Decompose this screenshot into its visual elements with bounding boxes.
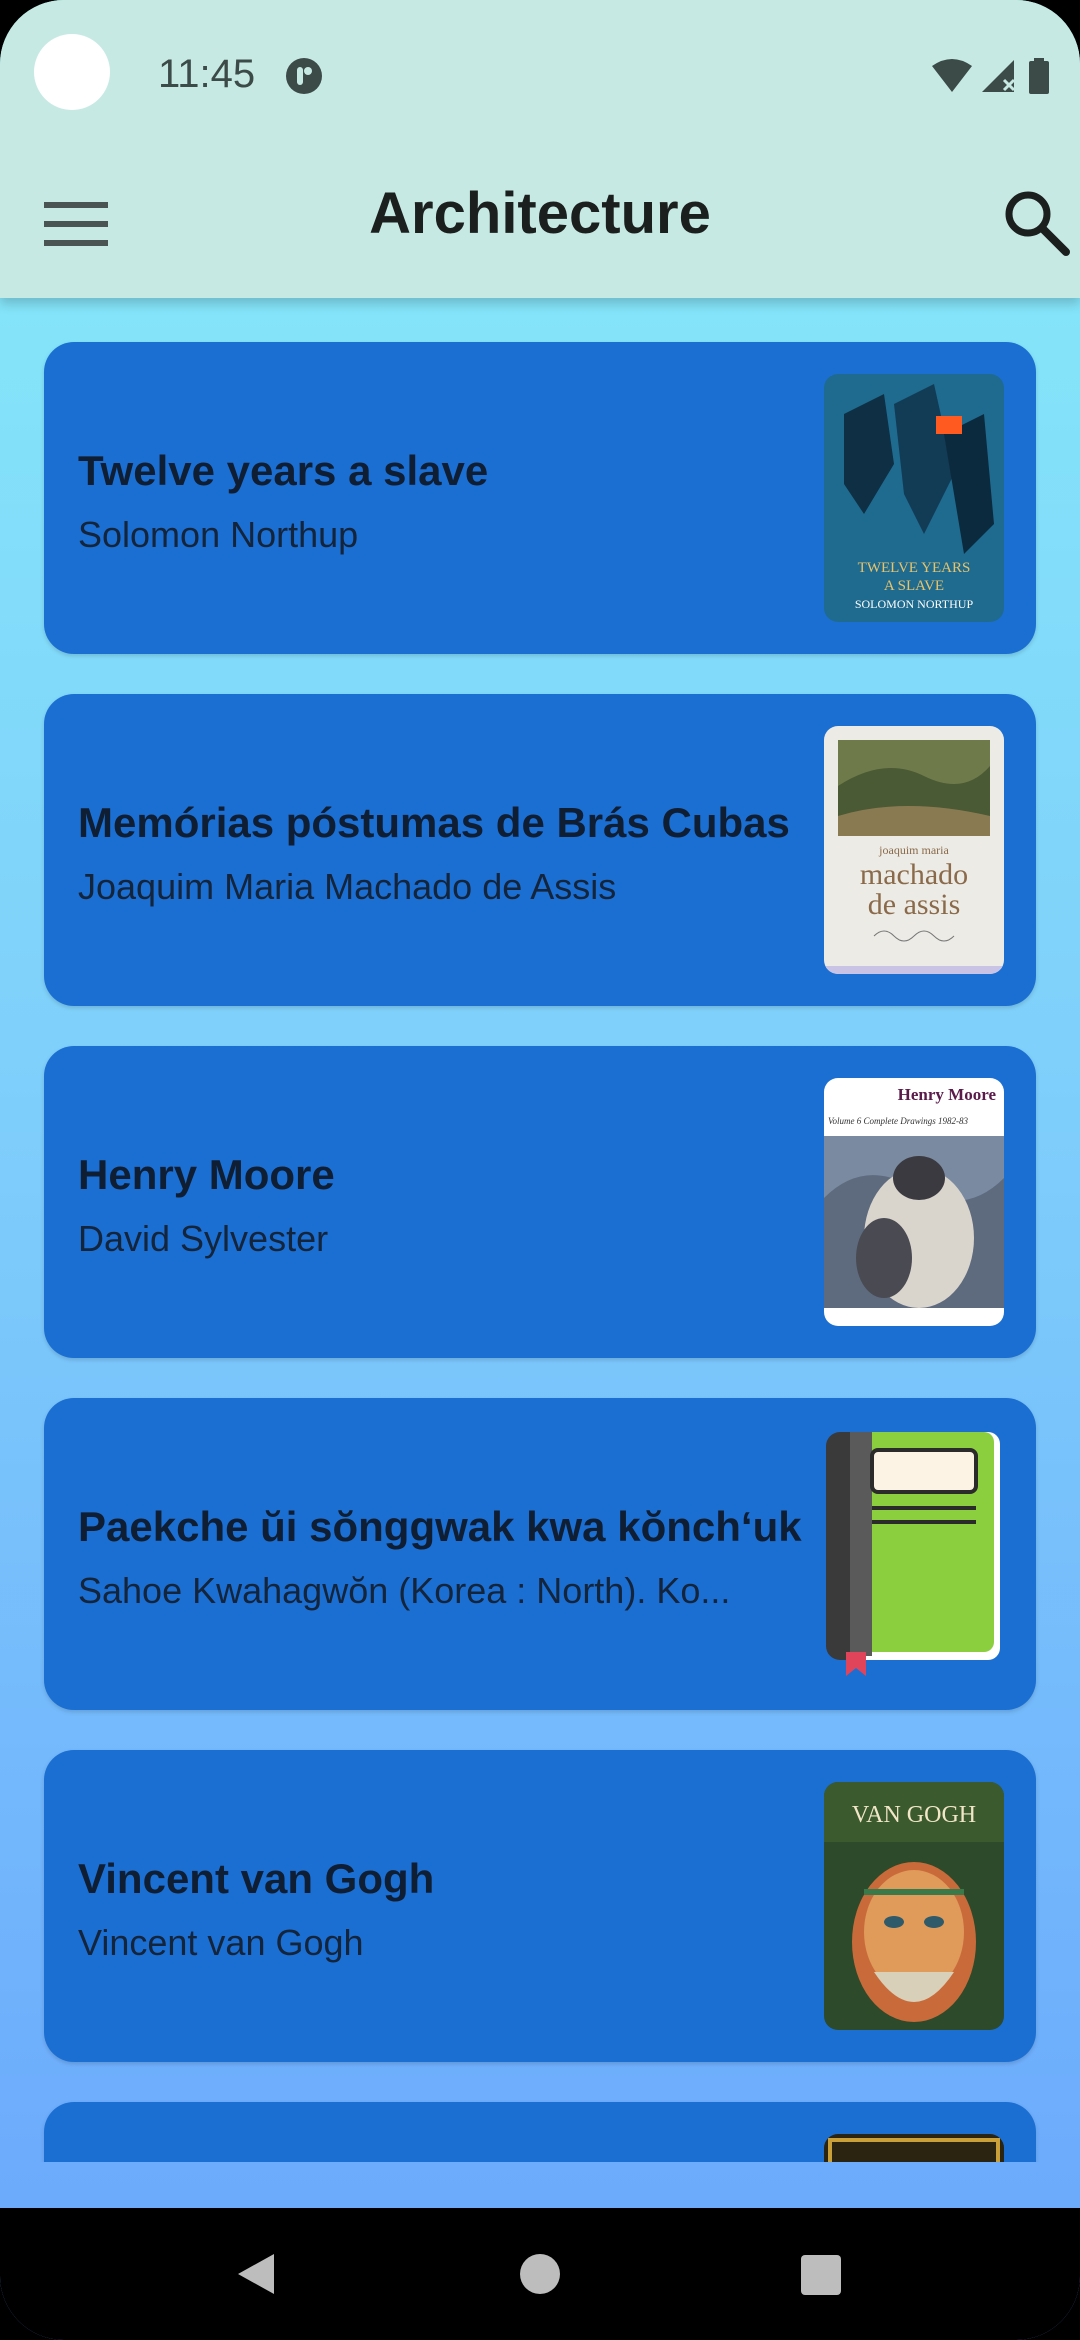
- book-list[interactable]: Twelve years a slave Solomon Northup TWE…: [0, 298, 1080, 2162]
- book-card[interactable]: Paekche ŭi sŏnggwak kwa kŏnch‘uk Sahoe K…: [44, 1398, 1036, 1710]
- system-navigation-bar: [0, 2208, 1080, 2340]
- cover-text-line-2: machado: [860, 858, 968, 891]
- app-screen: 11:45 Architecture Twelve years a slave …: [0, 0, 1080, 2340]
- cover-title-line-1: TWELVE YEARS: [858, 560, 971, 576]
- cell-signal-icon: [982, 60, 1016, 92]
- wifi-icon: [932, 59, 972, 92]
- book-title: Vincent van Gogh: [78, 1855, 435, 1902]
- search-icon: [1005, 191, 1070, 256]
- recents-icon: [801, 2255, 841, 2295]
- book-cover-image: joaquim maria machado de assis: [824, 726, 1004, 974]
- cover-title: VAN GOGH: [852, 1802, 976, 1828]
- book-author: Solomon Northup: [78, 514, 359, 555]
- book-card-text: Henry Moore David Sylvester: [78, 1046, 838, 1358]
- home-button[interactable]: [518, 2252, 562, 2296]
- cover-author-line: SOLOMON NORTHUP: [855, 597, 974, 611]
- status-time: 11:45: [158, 52, 256, 96]
- book-cover-image: VAN GOGH: [824, 1782, 1004, 2030]
- battery-icon: [1029, 58, 1049, 94]
- book-cover-image: TWELVE YEARS A SLAVE SOLOMON NORTHUP: [824, 374, 1004, 622]
- search-button[interactable]: [1002, 188, 1070, 256]
- back-button[interactable]: [234, 2250, 278, 2298]
- book-card-text: Paekche ŭi sŏnggwak kwa kŏnch‘uk Sahoe K…: [78, 1398, 838, 1710]
- cover-title-line-2: A SLAVE: [884, 578, 944, 594]
- book-card[interactable]: Henry Moore David Sylvester Henry Moore …: [44, 1046, 1036, 1358]
- cover-title: Henry Moore: [898, 1085, 997, 1104]
- cover-subtitle: Volume 6 Complete Drawings 1982-83: [828, 1116, 968, 1126]
- book-title: Twelve years a slave: [78, 447, 489, 494]
- book-card[interactable]: [44, 2102, 1036, 2162]
- book-card-text: Memórias póstumas de Brás Cubas Joaquim …: [78, 694, 838, 1006]
- book-author: Vincent van Gogh: [78, 1922, 364, 1963]
- home-icon: [520, 2254, 560, 2294]
- book-card-text: Vincent van Gogh Vincent van Gogh: [78, 1750, 838, 2062]
- book-title: Paekche ŭi sŏnggwak kwa kŏnch‘uk: [78, 1503, 802, 1550]
- back-icon: [238, 2254, 274, 2294]
- book-cover-image: [824, 2134, 1004, 2162]
- book-author: Joaquim Maria Machado de Assis: [78, 866, 617, 907]
- top-app-bar: 11:45 Architecture: [0, 0, 1080, 298]
- cover-text-line-3: de assis: [868, 888, 961, 921]
- book-placeholder-icon: [826, 1432, 1000, 1676]
- page-title: Architecture: [369, 181, 711, 246]
- book-card[interactable]: Memórias póstumas de Brás Cubas Joaquim …: [44, 694, 1036, 1006]
- recents-button[interactable]: [800, 2254, 842, 2296]
- book-author: David Sylvester: [78, 1218, 329, 1259]
- book-card[interactable]: Twelve years a slave Solomon Northup TWE…: [44, 342, 1036, 654]
- book-cover-image: Henry Moore Volume 6 Complete Drawings 1…: [824, 1078, 1004, 1326]
- app-notification-icon: [286, 58, 322, 94]
- book-card-text: Twelve years a slave Solomon Northup: [78, 342, 838, 654]
- book-author: Sahoe Kwahagwŏn (Korea : North). Ko...: [78, 1570, 731, 1611]
- book-title: Memórias póstumas de Brás Cubas: [78, 799, 790, 846]
- book-title: Henry Moore: [78, 1151, 335, 1198]
- status-icons: [932, 56, 1050, 96]
- camera-cutout: [34, 34, 110, 110]
- book-card[interactable]: Vincent van Gogh Vincent van Gogh VAN GO…: [44, 1750, 1036, 2062]
- cover-text-line-1: joaquim maria: [878, 843, 949, 857]
